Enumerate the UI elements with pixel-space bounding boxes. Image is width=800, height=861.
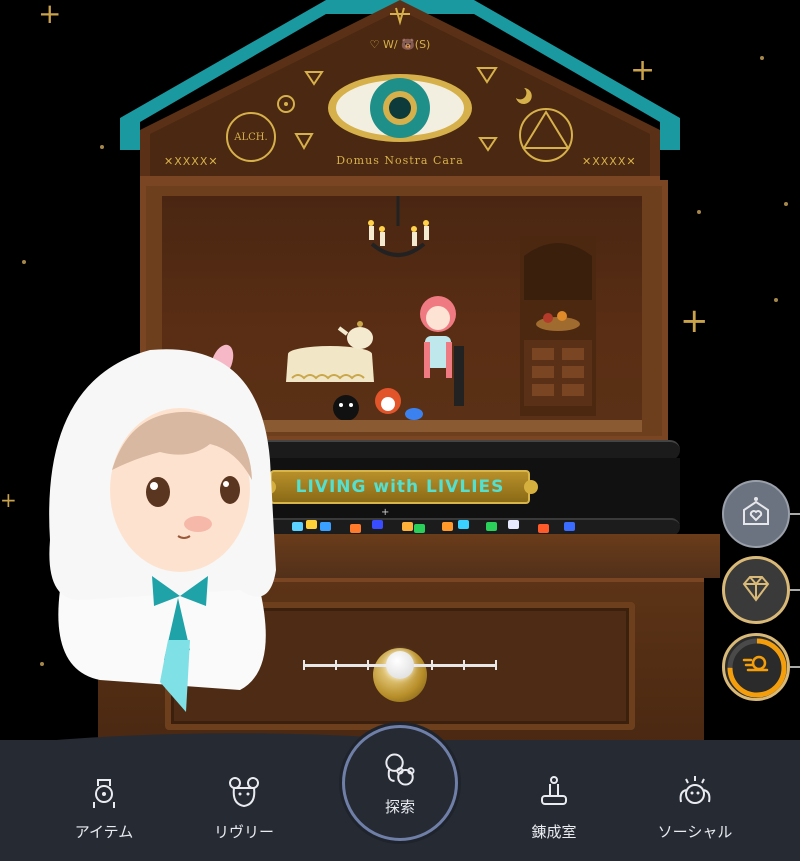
gem (508, 520, 519, 529)
star-dot (22, 260, 26, 264)
star-dot (697, 210, 701, 214)
item-icon (84, 772, 124, 811)
gem (458, 520, 469, 529)
star-dot (100, 145, 104, 149)
roof-marks-left: ✕XXXX✕ (164, 155, 219, 168)
sign-text: LIVING with LIVLIES (295, 477, 505, 497)
gem (564, 522, 575, 531)
side-connector (790, 513, 800, 515)
diamond-button[interactable] (722, 556, 790, 624)
star-sparkle: + (38, 0, 62, 30)
social-icon (675, 772, 715, 811)
star-dot (784, 202, 788, 206)
gem (292, 522, 303, 531)
star-dot (774, 298, 778, 302)
house-heart-button[interactable] (722, 480, 790, 548)
livly-icon (224, 772, 264, 811)
gem (442, 522, 453, 531)
base-rail (250, 440, 680, 460)
gem (350, 524, 361, 533)
nav-label: リヴリー (213, 823, 274, 841)
zoom-slider-tick (431, 660, 433, 670)
nav-item-item[interactable]: アイテム (54, 772, 154, 842)
nav-item-explore[interactable]: 探索 (342, 725, 458, 841)
nav-label: アイテム (74, 823, 134, 841)
house-heart-icon (738, 494, 774, 534)
speed-gauge-icon (741, 650, 771, 684)
roof-marks-right: ✕XXXX✕ (582, 155, 637, 168)
nav-item-alchemy-room[interactable]: 錬成室 (504, 772, 604, 842)
crosshair-marker: + (381, 507, 390, 518)
nav-item-social[interactable]: ソーシャル (645, 772, 745, 842)
explore-icon (380, 750, 420, 790)
shelf-top (250, 534, 720, 578)
star-dot (760, 56, 764, 60)
star-sparkle: + (680, 301, 709, 341)
alchemy-seal: ALCH. (226, 112, 276, 162)
gem (306, 520, 317, 529)
alchemy-room-icon (534, 772, 574, 811)
roof-caption: Domus Nostra Cara (336, 154, 464, 167)
roof-motto: ♡ W/ 🐻(S) (369, 38, 431, 51)
zoom-slider-tick (495, 660, 497, 670)
zoom-slider-tick (303, 660, 305, 670)
side-connector (790, 589, 800, 591)
zoom-slider-tick (335, 660, 337, 670)
zoom-slider-handle[interactable] (386, 651, 414, 679)
game-stage: + + + + ♡ W/ 🐻(S) ALCH. ✕XXXX✕ ✕XXXX✕ Do… (0, 0, 800, 861)
nav-item-livly[interactable]: リヴリー (194, 772, 294, 842)
speed-button[interactable] (722, 633, 790, 701)
gem (402, 522, 413, 531)
gem (320, 522, 331, 531)
living-with-livlies-sign: LIVING with LIVLIES (262, 470, 538, 504)
nav-label: 錬成室 (531, 823, 577, 841)
zoom-slider-tick (367, 660, 369, 670)
side-connector (790, 666, 800, 668)
nav-label: ソーシャル (657, 823, 733, 841)
gem (372, 520, 383, 529)
zoom-slider-tick (463, 660, 465, 670)
nav-label: 探索 (384, 797, 415, 816)
gem (414, 524, 425, 533)
gem (538, 524, 549, 533)
diamond-icon (738, 570, 774, 610)
star-sparkle: + (0, 488, 17, 512)
avatar-character[interactable] (40, 340, 280, 715)
gem (486, 522, 497, 531)
